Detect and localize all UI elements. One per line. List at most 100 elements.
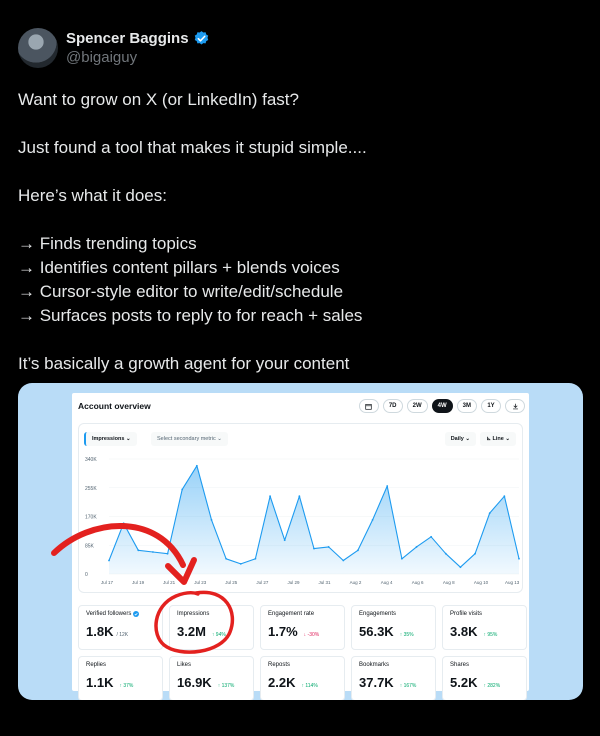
y-tick-label: 85K [85,543,95,549]
stat-value-row: 56.3K ↑ 35% [359,624,428,639]
stat-delta: ↑ 167% [399,683,417,689]
stat-value: 56.3K [359,624,394,639]
stat-value: 3.8K [450,624,478,639]
data-point [474,552,476,555]
tweet-media-image[interactable]: Account overview 7D 2W 4W 3M 1Y Impressi… [18,383,583,700]
stat-value: 5.2K [450,675,478,690]
stat-card[interactable]: Likes 16.9K ↑ 137% [169,656,254,700]
stat-label: Likes [177,662,192,668]
avatar[interactable] [18,28,58,68]
stat-delta: ↑ 35% [399,632,414,638]
stat-card[interactable]: Reposts 2.2K ↑ 114% [260,656,345,700]
data-point [518,557,520,560]
x-tick-label: Jul 21 [163,580,176,585]
data-point [181,488,184,491]
range-3m[interactable]: 3M [456,399,477,413]
y-tick-label: 255K [85,486,97,492]
stat-card[interactable]: Bookmarks 37.7K ↑ 167% [351,656,436,700]
x-tick-label: Aug 2 [350,580,362,585]
stat-delta: ↑ 37% [119,683,134,689]
x-tick-label: Aug 4 [381,580,393,585]
stat-subtext: / 12K [116,632,129,638]
stat-value-row: 5.2K ↑ 282% [450,675,519,690]
author-name[interactable]: Spencer Baggins [66,30,189,47]
verified-badge-icon [194,31,208,45]
x-tick-label: Jul 31 [319,580,332,585]
data-point [488,512,491,515]
data-point [459,566,462,569]
stats-grid: Verified followers 1.8K/ 12K Impressions 3.… [78,605,527,700]
tweet-bullet: → Surfaces posts to reply to for reach +… [18,306,363,325]
impressions-chart: 340K 255K 170K 85K 0 Jul 17 Jul 19 Jul 21 Jul 23… [85,457,520,585]
range-1y[interactable]: 1Y [481,399,501,413]
author-name-row[interactable]: Spencer Baggins [66,30,210,47]
stat-card[interactable]: Engagements 56.3K ↑ 35% [351,605,436,650]
data-point [108,559,110,562]
stat-value: 37.7K [359,675,394,690]
stat-value-row: 1.1K ↑ 37% [86,675,155,690]
stat-value-row: 16.9K ↑ 137% [177,675,246,690]
range-2w[interactable]: 2W [406,399,428,413]
tweet-bullet: → Finds trending topics [18,234,197,253]
dashboard-title: Account overview [78,401,151,411]
y-tick-label: 0 [85,572,88,578]
tweet-bullet: → Identifies content pillars + blends vo… [18,258,340,277]
range-7d[interactable]: 7D [382,399,403,413]
stat-card[interactable]: Verified followers 1.8K/ 12K [78,605,163,650]
stat-label: Bookmarks [359,662,390,668]
data-point [283,539,286,542]
stat-card[interactable]: Engagement rate 1.7% ↓ -30% [260,605,345,650]
x-tick-label: Jul 27 [256,580,269,585]
data-point [444,552,447,555]
stat-card[interactable]: Impressions 3.2M ↑ 94% [169,605,254,650]
stat-card[interactable]: Replies 1.1K ↑ 37% [78,656,163,700]
data-point [239,562,242,565]
verified-badge-icon [133,611,140,617]
stat-value-row: 1.8K/ 12K [86,624,155,639]
tweet-line: Here’s what it does: [18,186,167,205]
stat-delta: ↑ 137% [217,683,235,689]
stat-value: 1.1K [86,675,114,690]
data-point [195,464,198,467]
x-tick-label: Jul 19 [132,580,145,585]
data-point [166,552,169,555]
x-tick-label: Aug 8 [443,580,455,585]
stat-value-row: 37.7K ↑ 167% [359,675,428,690]
calendar-icon[interactable] [358,399,379,413]
y-tick-label: 170K [85,515,97,521]
data-point [122,522,125,525]
stat-label: Shares [450,662,470,668]
stat-value: 1.8K [86,624,114,639]
stat-delta: ↑ 114% [301,683,318,689]
y-tick-label: 340K [85,457,97,463]
tweet-header: Spencer Baggins @bigaiguy [18,28,210,68]
author-handle[interactable]: @bigaiguy [66,49,210,66]
data-point [400,557,403,560]
download-icon[interactable] [505,399,525,413]
data-point [298,495,301,498]
stat-card[interactable]: Profile visits 3.8K ↑ 95% [442,605,527,650]
range-4w[interactable]: 4W [431,399,453,413]
data-point [386,485,389,487]
x-tick-label: Aug 10 [474,580,489,585]
stat-label: Replies [86,662,107,668]
stat-label: Engagements [359,611,397,617]
data-point [342,559,345,562]
data-point [430,535,433,538]
x-tick-label: Jul 17 [101,580,114,585]
data-point [225,557,228,560]
data-point [415,546,418,548]
stat-label: Verified followers [86,611,155,617]
range-selector: 7D 2W 4W 3M 1Y [358,399,525,413]
stat-label: Reposts [268,662,291,668]
stat-card[interactable]: Shares 5.2K ↑ 282% [442,656,527,700]
data-point [254,557,257,560]
stat-label: Engagement rate [268,611,315,617]
stat-delta: ↑ 95% [483,632,498,638]
stat-label: Profile visits [450,611,483,617]
stat-delta: ↓ -30% [303,632,320,638]
x-tick-label: Aug 13 [505,580,520,585]
account-overview-panel: Account overview 7D 2W 4W 3M 1Y Impressi… [72,393,529,700]
x-tick-label: Aug 6 [412,580,424,585]
tweet-line: It’s basically a growth agent for your c… [18,354,350,373]
